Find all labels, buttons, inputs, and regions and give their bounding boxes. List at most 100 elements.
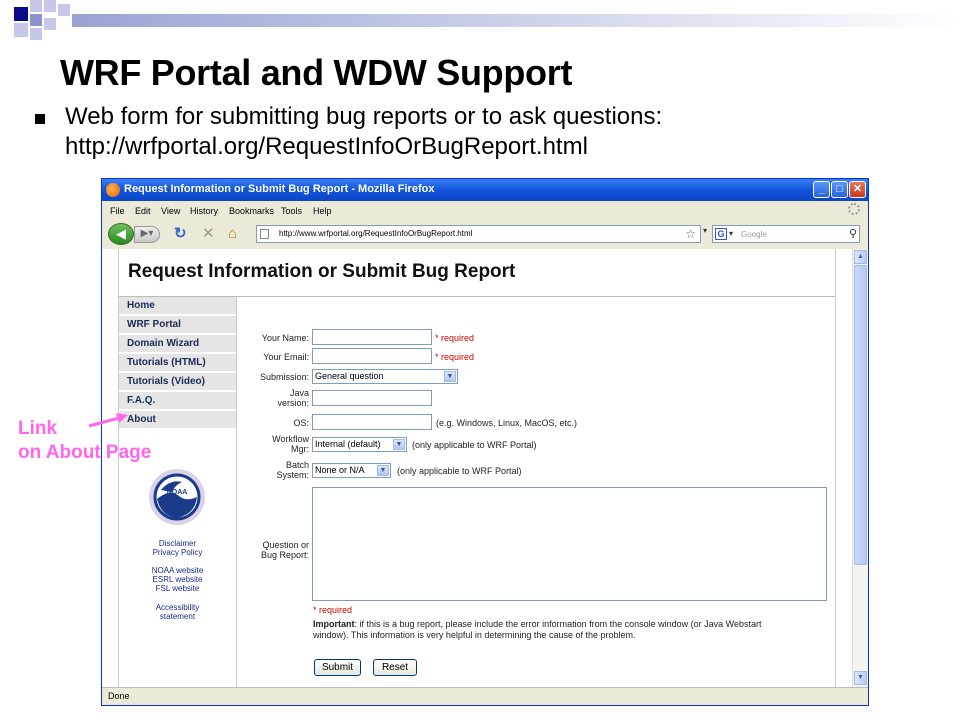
email-required-note: * required — [435, 352, 475, 362]
back-arrow-icon[interactable]: ◀ — [108, 223, 134, 245]
name-input[interactable] — [312, 329, 432, 345]
sidebar-item-faq[interactable]: F.A.Q. — [119, 392, 236, 410]
important-line-2: window). This information is very helpfu… — [313, 630, 636, 640]
page-heading: Request Information or Submit Bug Report — [128, 261, 516, 282]
java-label-line2: version: — [277, 398, 309, 408]
page-header: Request Information or Submit Bug Report — [118, 249, 836, 297]
legal-links: Disclaimer Privacy Policy — [119, 539, 236, 557]
disclaimer-link[interactable]: Disclaimer — [119, 539, 236, 548]
slide-title: WRF Portal and WDW Support — [60, 52, 573, 93]
bullet-line-2: http://wrfportal.org/RequestInfoOrBugRep… — [65, 133, 588, 160]
reset-button[interactable]: Reset — [373, 659, 417, 676]
scroll-down-icon[interactable]: ▼ — [854, 671, 867, 685]
firefox-icon — [106, 183, 120, 197]
privacy-policy-link[interactable]: Privacy Policy — [119, 548, 236, 557]
submit-button[interactable]: Submit — [314, 659, 361, 676]
submission-select[interactable]: General question ▼ — [312, 369, 458, 384]
os-input[interactable] — [312, 414, 432, 430]
menu-file[interactable]: File — [110, 206, 125, 216]
workflow-note: (only applicable to WRF Portal) — [412, 440, 537, 450]
batch-system-select[interactable]: None or N/A ▼ — [312, 463, 391, 478]
website-links: NOAA website ESRL website FSL website — [119, 566, 236, 593]
java-version-label: Java version: — [237, 388, 309, 408]
navigation-toolbar: ◀ ▶▾ ↻ ✕ ⌂ http://www.wrfportal.org/Requ… — [102, 219, 868, 249]
question-label-line1: Question or — [262, 540, 309, 550]
home-icon[interactable]: ⌂ — [228, 226, 237, 241]
minimize-button[interactable]: _ — [813, 181, 830, 198]
batch-system-value: None or N/A — [315, 465, 365, 475]
important-text-1: : if this is a bug report, please includ… — [354, 619, 762, 629]
chevron-down-icon: ▼ — [444, 371, 456, 382]
name-label: Your Name: — [261, 333, 309, 343]
noaa-logo: NOAA — [149, 469, 205, 525]
workflow-select[interactable]: Internal (default) ▼ — [312, 437, 407, 452]
java-version-input[interactable] — [312, 390, 432, 406]
menu-bar: File Edit View History Bookmarks Tools H… — [102, 201, 868, 219]
maximize-button[interactable]: □ — [831, 181, 848, 198]
question-label: Question or Bug Report: — [237, 540, 309, 560]
forward-arrow-icon[interactable]: ▶▾ — [134, 226, 160, 243]
accessibility-link[interactable]: Accessibility — [119, 603, 236, 612]
important-line-1: Important: if this is a bug report, plea… — [313, 619, 833, 630]
reload-icon[interactable]: ↻ — [174, 226, 187, 241]
sidebar: Home WRF Portal Domain Wizard Tutorials … — [118, 297, 237, 687]
sidebar-item-domain-wizard[interactable]: Domain Wizard — [119, 335, 236, 353]
important-note: Important: if this is a bug report, plea… — [313, 619, 833, 641]
submission-value: General question — [315, 371, 384, 381]
search-engine-dropdown-icon[interactable]: ▾ — [729, 229, 733, 238]
esrl-website-link[interactable]: ESRL website — [119, 575, 236, 584]
question-textarea[interactable] — [312, 487, 827, 601]
workflow-value: Internal (default) — [315, 439, 381, 449]
accessibility-statement-link[interactable]: statement — [119, 612, 236, 621]
batch-label-line1: Batch — [285, 460, 309, 470]
name-required-note: * required — [435, 333, 475, 343]
sidebar-item-home[interactable]: Home — [119, 297, 236, 315]
search-icon[interactable]: ⚲ — [849, 227, 857, 240]
sidebar-item-tutorials-html[interactable]: Tutorials (HTML) — [119, 354, 236, 372]
menu-history[interactable]: History — [190, 206, 218, 216]
scrollbar-thumb[interactable] — [854, 265, 867, 565]
java-label-line1: Java — [289, 388, 309, 398]
url-dropdown-icon[interactable]: ▾ — [703, 226, 707, 235]
search-placeholder: Google — [741, 230, 767, 239]
bullet-marker — [35, 114, 45, 124]
os-label: OS: — [293, 418, 309, 428]
batch-system-label: Batch System: — [237, 460, 309, 480]
bullet-line-1: Web form for submitting bug reports or t… — [65, 103, 663, 130]
window-titlebar[interactable]: Request Information or Submit Bug Report… — [102, 179, 868, 201]
url-bar[interactable]: http://www.wrfportal.org/RequestInfoOrBu… — [256, 225, 701, 243]
fsl-website-link[interactable]: FSL website — [119, 584, 236, 593]
batch-label-line2: System: — [276, 470, 309, 480]
menu-help[interactable]: Help — [313, 206, 332, 216]
stop-icon[interactable]: ✕ — [202, 226, 215, 241]
email-input[interactable] — [312, 348, 432, 364]
vertical-scrollbar[interactable]: ▲ ▼ — [852, 249, 868, 687]
menu-view[interactable]: View — [161, 206, 180, 216]
workflow-label-line2: Mgr: — [291, 444, 309, 454]
menu-bookmarks[interactable]: Bookmarks — [229, 206, 274, 216]
workflow-label-line1: Workflow — [272, 434, 309, 444]
close-button[interactable]: ✕ — [849, 181, 866, 198]
scroll-up-icon[interactable]: ▲ — [854, 250, 867, 264]
question-required-note: * required — [313, 605, 353, 615]
bullet-text: Web form for submitting bug reports or t… — [65, 102, 945, 162]
menu-tools[interactable]: Tools — [281, 206, 302, 216]
batch-system-note: (only applicable to WRF Portal) — [397, 466, 522, 476]
bookmark-star-icon[interactable]: ☆ — [685, 227, 696, 241]
sidebar-item-tutorials-video[interactable]: Tutorials (Video) — [119, 373, 236, 391]
workflow-label: Workflow Mgr: — [237, 434, 309, 454]
noaa-website-link[interactable]: NOAA website — [119, 566, 236, 575]
menu-edit[interactable]: Edit — [135, 206, 151, 216]
search-bar[interactable]: G ▾ Google ⚲ — [712, 225, 860, 243]
submission-label: Submission: — [259, 372, 309, 382]
sidebar-item-wrf-portal[interactable]: WRF Portal — [119, 316, 236, 334]
question-label-line2: Bug Report: — [260, 550, 309, 560]
status-text: Done — [108, 691, 130, 701]
os-hint: (e.g. Windows, Linux, MacOS, etc.) — [436, 418, 578, 428]
search-engine-icon[interactable]: G — [715, 228, 727, 240]
page-favicon-icon — [260, 229, 269, 239]
status-bar: Done — [102, 687, 868, 705]
chevron-down-icon: ▼ — [393, 439, 405, 450]
window-title: Request Information or Submit Bug Report… — [124, 183, 435, 195]
browser-window: Request Information or Submit Bug Report… — [101, 178, 869, 706]
